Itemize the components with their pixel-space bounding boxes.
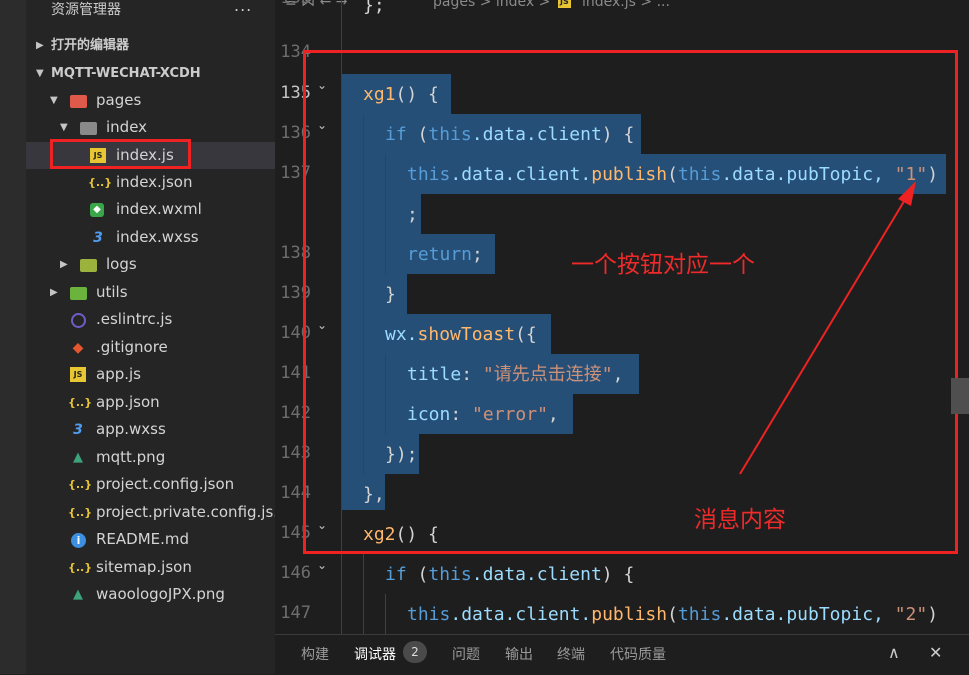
tab-code-quality[interactable]: 代码质量 <box>610 644 666 664</box>
tab-problems[interactable]: 问题 <box>452 644 480 664</box>
chevron-up-icon[interactable]: ∧ <box>888 643 900 662</box>
annotation-arrow <box>739 181 916 475</box>
debugger-count-badge: 2 <box>403 641 427 663</box>
bottom-panel: 构建 调试器 2 问题 输出 终端 代码质量 ∧ ✕ <box>275 634 969 675</box>
tab-output[interactable]: 输出 <box>505 644 533 664</box>
close-icon[interactable]: ✕ <box>929 643 942 662</box>
tab-build[interactable]: 构建 <box>301 644 329 664</box>
tab-terminal[interactable]: 终端 <box>557 644 585 664</box>
scrollbar-thumb[interactable] <box>951 378 969 414</box>
tab-debugger[interactable]: 调试器 <box>354 644 396 664</box>
